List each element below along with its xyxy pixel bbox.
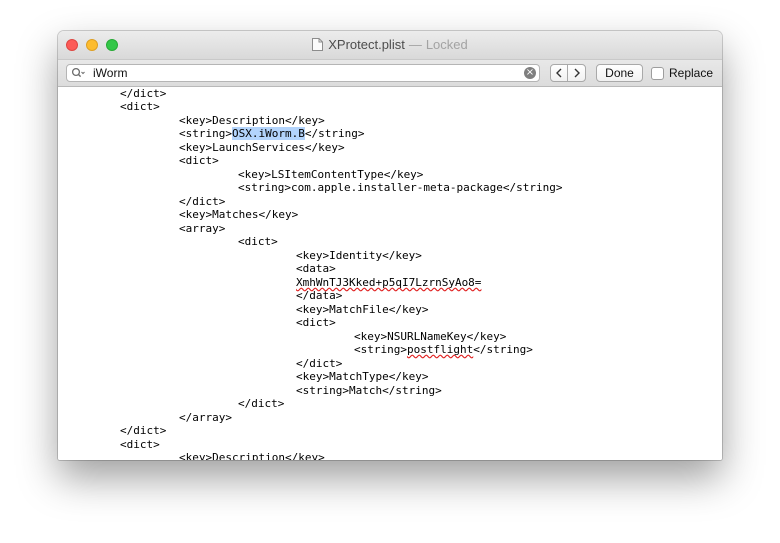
search-match-highlight: OSX.iWorm.B: [231, 127, 305, 140]
search-field[interactable]: ×: [66, 64, 540, 82]
title-separator: —: [408, 37, 422, 52]
code-line: <key>MatchType</key>: [296, 370, 428, 383]
previous-match-button[interactable]: [550, 64, 568, 82]
code-text: <key>LaunchServices</key>: [179, 141, 345, 154]
clear-search-icon[interactable]: ×: [524, 67, 536, 79]
code-text: <dict>: [179, 154, 219, 167]
title-bar[interactable]: XProtect.plist — Locked: [58, 31, 722, 60]
code-text: <string>Match</string>: [296, 384, 442, 397]
text-editor[interactable]: </dict> <dict> <key>Description</key> <s…: [58, 87, 722, 460]
code-text: <key>LSItemContentType</key>: [238, 168, 424, 181]
code-text: <dict>: [120, 100, 160, 113]
editor-window: XProtect.plist—Locked × Done Replace: [58, 31, 722, 460]
search-icon: [71, 67, 85, 78]
code-line: <dict>: [179, 154, 219, 167]
replace-checkbox[interactable]: [651, 67, 664, 80]
code-text: </string>: [473, 343, 533, 356]
code-line: </data>: [296, 289, 342, 302]
code-line: <string>postflight</string>: [354, 343, 533, 356]
code-text: </dict>: [120, 87, 167, 100]
code-line: <dict>: [120, 100, 160, 113]
code-text: </dict>: [120, 424, 167, 437]
chevron-right-icon: [574, 68, 580, 78]
code-line: </dict>: [238, 397, 284, 410]
code-text: <data>: [296, 262, 336, 275]
code-text: <dict>: [120, 438, 160, 451]
code-line: <key>LaunchServices</key>: [179, 141, 345, 154]
code-text: <string>com.apple.installer-meta-package…: [238, 181, 563, 194]
code-text: <key>MatchFile</key>: [296, 303, 429, 316]
code-text: <dict>: [238, 235, 278, 248]
code-text: </array>: [179, 411, 232, 424]
find-bar: × Done Replace: [58, 60, 722, 87]
code-line: </array>: [179, 411, 232, 424]
code-line: <key>LSItemContentType</key>: [238, 168, 423, 181]
code-line: </dict>: [120, 424, 166, 437]
file-name: XProtect.plist: [328, 37, 405, 52]
document-icon: [312, 38, 324, 51]
code-text: <key>MatchType</key>: [296, 370, 429, 383]
code-line: </dict>: [296, 357, 342, 370]
code-line: <string>OSX.iWorm.B</string>: [179, 127, 364, 140]
done-button[interactable]: Done: [596, 64, 643, 82]
code-text: <string>: [179, 127, 232, 140]
search-input[interactable]: [93, 66, 513, 80]
code-text: </string>: [304, 127, 365, 140]
code-text: </dict>: [238, 397, 285, 410]
code-text: <key>Description</key>: [179, 451, 325, 460]
code-text: <key>NSURLNameKey</key>: [354, 330, 507, 343]
code-line: </dict>: [120, 87, 166, 100]
code-text: <string>: [354, 343, 407, 356]
code-line: <dict>: [238, 235, 278, 248]
code-line: <key>Description</key>: [179, 451, 325, 460]
code-line: <string>Match</string>: [296, 384, 442, 397]
code-text: <array>: [179, 222, 226, 235]
code-line: <key>Matches</key>: [179, 208, 298, 221]
misspelled-text: XmhWnTJ3Kked+p5qI7LzrnSyAo8=: [296, 276, 482, 289]
code-text: </dict>: [179, 195, 226, 208]
code-text: <key>Description</key>: [179, 114, 325, 127]
code-text: </dict>: [296, 357, 343, 370]
next-match-button[interactable]: [567, 64, 586, 82]
lock-status: Locked: [425, 37, 468, 52]
code-line: <dict>: [120, 438, 160, 451]
code-line: <data>: [296, 262, 336, 275]
code-line: <array>: [179, 222, 225, 235]
code-line: <key>NSURLNameKey</key>: [354, 330, 506, 343]
code-line: <dict>: [296, 316, 336, 329]
code-line: </dict>: [179, 195, 225, 208]
code-text: <key>Identity</key>: [296, 249, 422, 262]
code-text: </data>: [296, 289, 343, 302]
code-line: <key>Identity</key>: [296, 249, 422, 262]
code-line: <key>Description</key>: [179, 114, 325, 127]
code-line: <string>com.apple.installer-meta-package…: [238, 181, 563, 194]
code-line: <key>MatchFile</key>: [296, 303, 428, 316]
code-text: <key>Matches</key>: [179, 208, 299, 221]
replace-label: Replace: [669, 66, 714, 80]
misspelled-text: postflight: [406, 343, 474, 356]
code-line: XmhWnTJ3Kked+p5qI7LzrnSyAo8=: [296, 276, 481, 289]
code-text: <dict>: [296, 316, 336, 329]
chevron-left-icon: [556, 68, 562, 78]
window-title: XProtect.plist — Locked: [58, 37, 722, 52]
